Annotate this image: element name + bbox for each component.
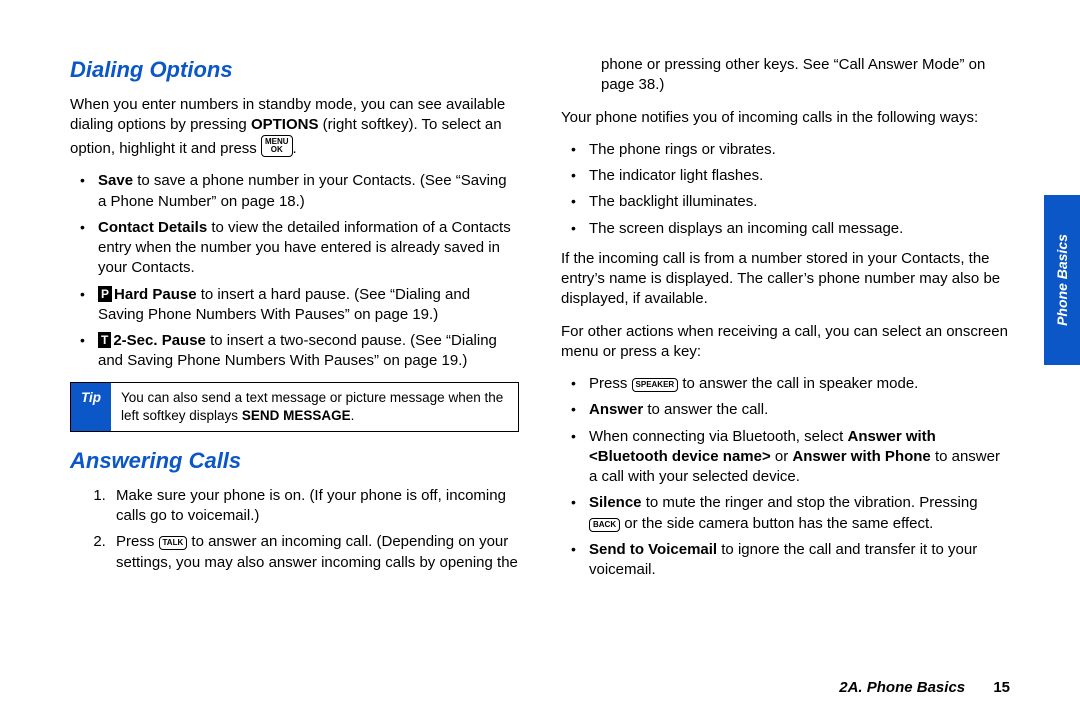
list-item: The indicator light flashes.: [589, 166, 1010, 186]
talk-key-icon: TALK: [159, 536, 188, 550]
list-item: The phone rings or vibrates.: [589, 140, 1010, 160]
heading-dialing-options: Dialing Options: [70, 55, 519, 85]
heading-answering-calls: Answering Calls: [70, 446, 519, 476]
stored-contact-text: If the incoming call is from a number st…: [561, 249, 1010, 310]
list-item: When connecting via Bluetooth, select An…: [589, 427, 1010, 488]
answering-steps: Make sure your phone is on. (If your pho…: [70, 486, 519, 573]
back-key-icon: BACK: [589, 518, 620, 532]
side-tab-label: Phone Basics: [1054, 234, 1070, 326]
list-item: Save to save a phone number in your Cont…: [98, 171, 519, 212]
side-tab: Phone Basics: [1044, 195, 1080, 365]
speaker-key-icon: SPEAKER: [632, 378, 679, 392]
tip-box: Tip You can also send a text message or …: [70, 382, 519, 432]
dialing-options-list: Save to save a phone number in your Cont…: [70, 171, 519, 371]
actions-list: Press SPEAKER to answer the call in spea…: [561, 374, 1010, 580]
tip-label: Tip: [71, 383, 111, 431]
notify-intro: Your phone notifies you of incoming call…: [561, 108, 1010, 128]
footer-section: 2A. Phone Basics: [839, 679, 965, 696]
list-item: Send to Voicemail to ignore the call and…: [589, 540, 1010, 581]
t-icon: T: [98, 332, 111, 348]
left-column: Dialing Options When you enter numbers i…: [70, 55, 519, 590]
other-actions-intro: For other actions when receiving a call,…: [561, 322, 1010, 363]
p-icon: P: [98, 286, 112, 302]
list-item: The backlight illuminates.: [589, 192, 1010, 212]
list-item: Press TALK to answer an incoming call. (…: [110, 532, 519, 573]
continued-text: phone or pressing other keys. See “Call …: [561, 55, 1010, 96]
right-column: phone or pressing other keys. See “Call …: [561, 55, 1010, 590]
page-body: Dialing Options When you enter numbers i…: [0, 0, 1080, 600]
list-item: The screen displays an incoming call mes…: [589, 219, 1010, 239]
dialing-intro: When you enter numbers in standby mode, …: [70, 95, 519, 160]
page-footer: 2A. Phone Basics 15: [839, 679, 1010, 696]
menu-ok-key-icon: MENU OK: [261, 135, 293, 157]
page-number: 15: [993, 679, 1010, 696]
notify-list: The phone rings or vibrates. The indicat…: [561, 140, 1010, 239]
list-item: T2-Sec. Pause to insert a two-second pau…: [98, 331, 519, 372]
list-item: Answer to answer the call.: [589, 400, 1010, 420]
list-item: Make sure your phone is on. (If your pho…: [110, 486, 519, 527]
list-item: Press SPEAKER to answer the call in spea…: [589, 374, 1010, 394]
list-item: PHard Pause to insert a hard pause. (See…: [98, 285, 519, 326]
list-item: Silence to mute the ringer and stop the …: [589, 493, 1010, 534]
list-item: Contact Details to view the detailed inf…: [98, 218, 519, 279]
tip-text: You can also send a text message or pict…: [111, 383, 518, 431]
